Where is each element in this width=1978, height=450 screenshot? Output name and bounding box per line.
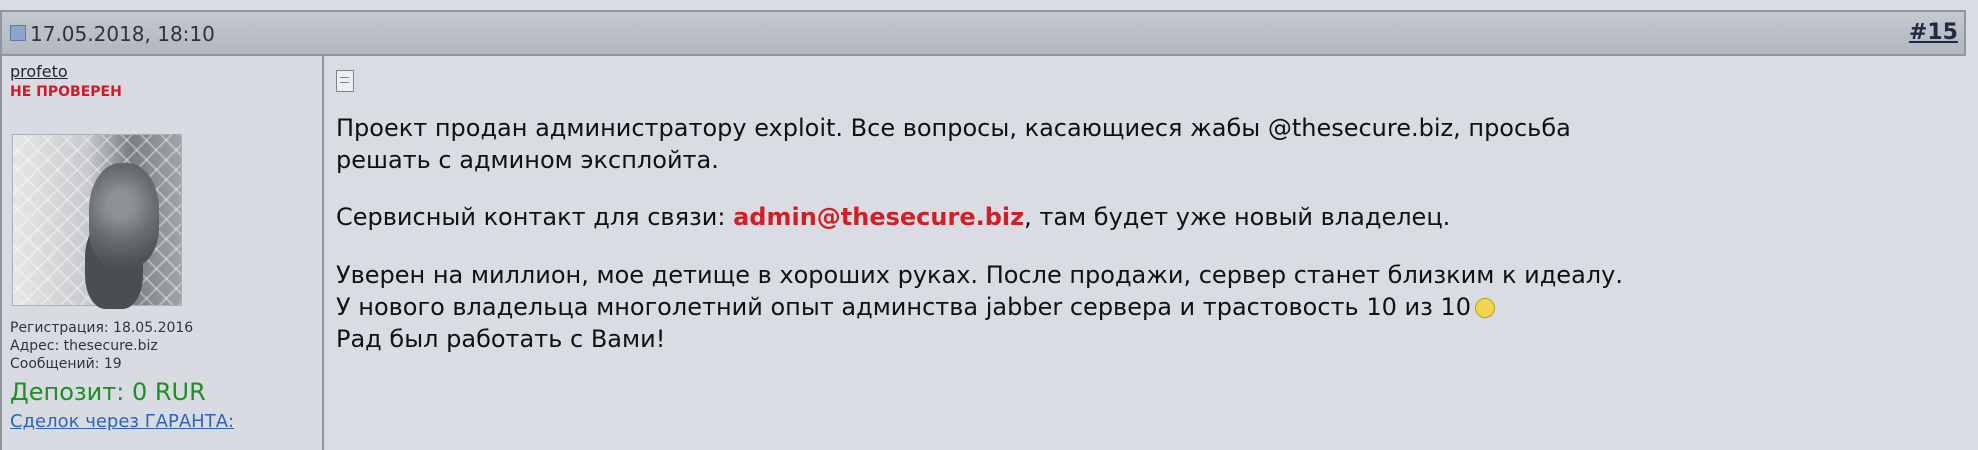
contact-prefix: Сервисный контакт для связи: [336,203,734,231]
avatar-face [89,163,159,267]
username-link[interactable]: profeto [10,62,68,81]
message-paragraph-3-line-3: Рад был работать с Вами! [336,325,666,353]
message-paragraph-3-line-1: Уверен на миллион, мое детище в хороших … [336,261,1623,289]
message-paragraph-2: Сервисный контакт для связи: admin@these… [336,201,1450,233]
user-address: Адрес: thesecure.biz [10,338,158,354]
contact-suffix: , там будет уже новый владелец. [1024,203,1451,231]
post-header: 17.05.2018, 18:10 #15 [0,10,1966,56]
contact-email-link[interactable]: admin@thesecure.biz [733,203,1024,231]
deals-via-guarantor-link[interactable]: Сделок через ГАРАНТА: [10,411,234,432]
post-date-icon [10,25,26,41]
message-count: Сообщений: 19 [10,356,122,372]
message-paragraph-3-line-2-text: У нового владельца многолетний опыт адми… [336,293,1472,321]
post-number-link[interactable]: #15 [1909,20,1958,45]
deposit-info: Депозит: 0 RUR [10,378,206,406]
user-status: НЕ ПРОВЕРЕН [10,84,122,100]
post-date: 17.05.2018, 18:10 [30,22,215,46]
message-paragraph-3-line-2: У нового владельца многолетний опыт адми… [336,291,1496,323]
message-paragraph-1-line-1: Проект продан администратору exploit. Вс… [336,114,1571,142]
smiley-icon [1475,298,1496,318]
forum-post: 17.05.2018, 18:10 #15 profeto НЕ ПРОВЕРЕ… [0,0,1978,450]
document-icon [336,70,354,92]
registration-date: Регистрация: 18.05.2016 [10,320,194,336]
post-body: profeto НЕ ПРОВЕРЕН Регистрация: 18.05.2… [0,56,1966,450]
message-area: Проект продан администратору exploit. Вс… [324,56,1966,450]
message-paragraph-1-line-2: решать с админом эксплойта. [336,146,719,174]
avatar [12,134,182,306]
user-sidebar: profeto НЕ ПРОВЕРЕН Регистрация: 18.05.2… [2,56,324,450]
